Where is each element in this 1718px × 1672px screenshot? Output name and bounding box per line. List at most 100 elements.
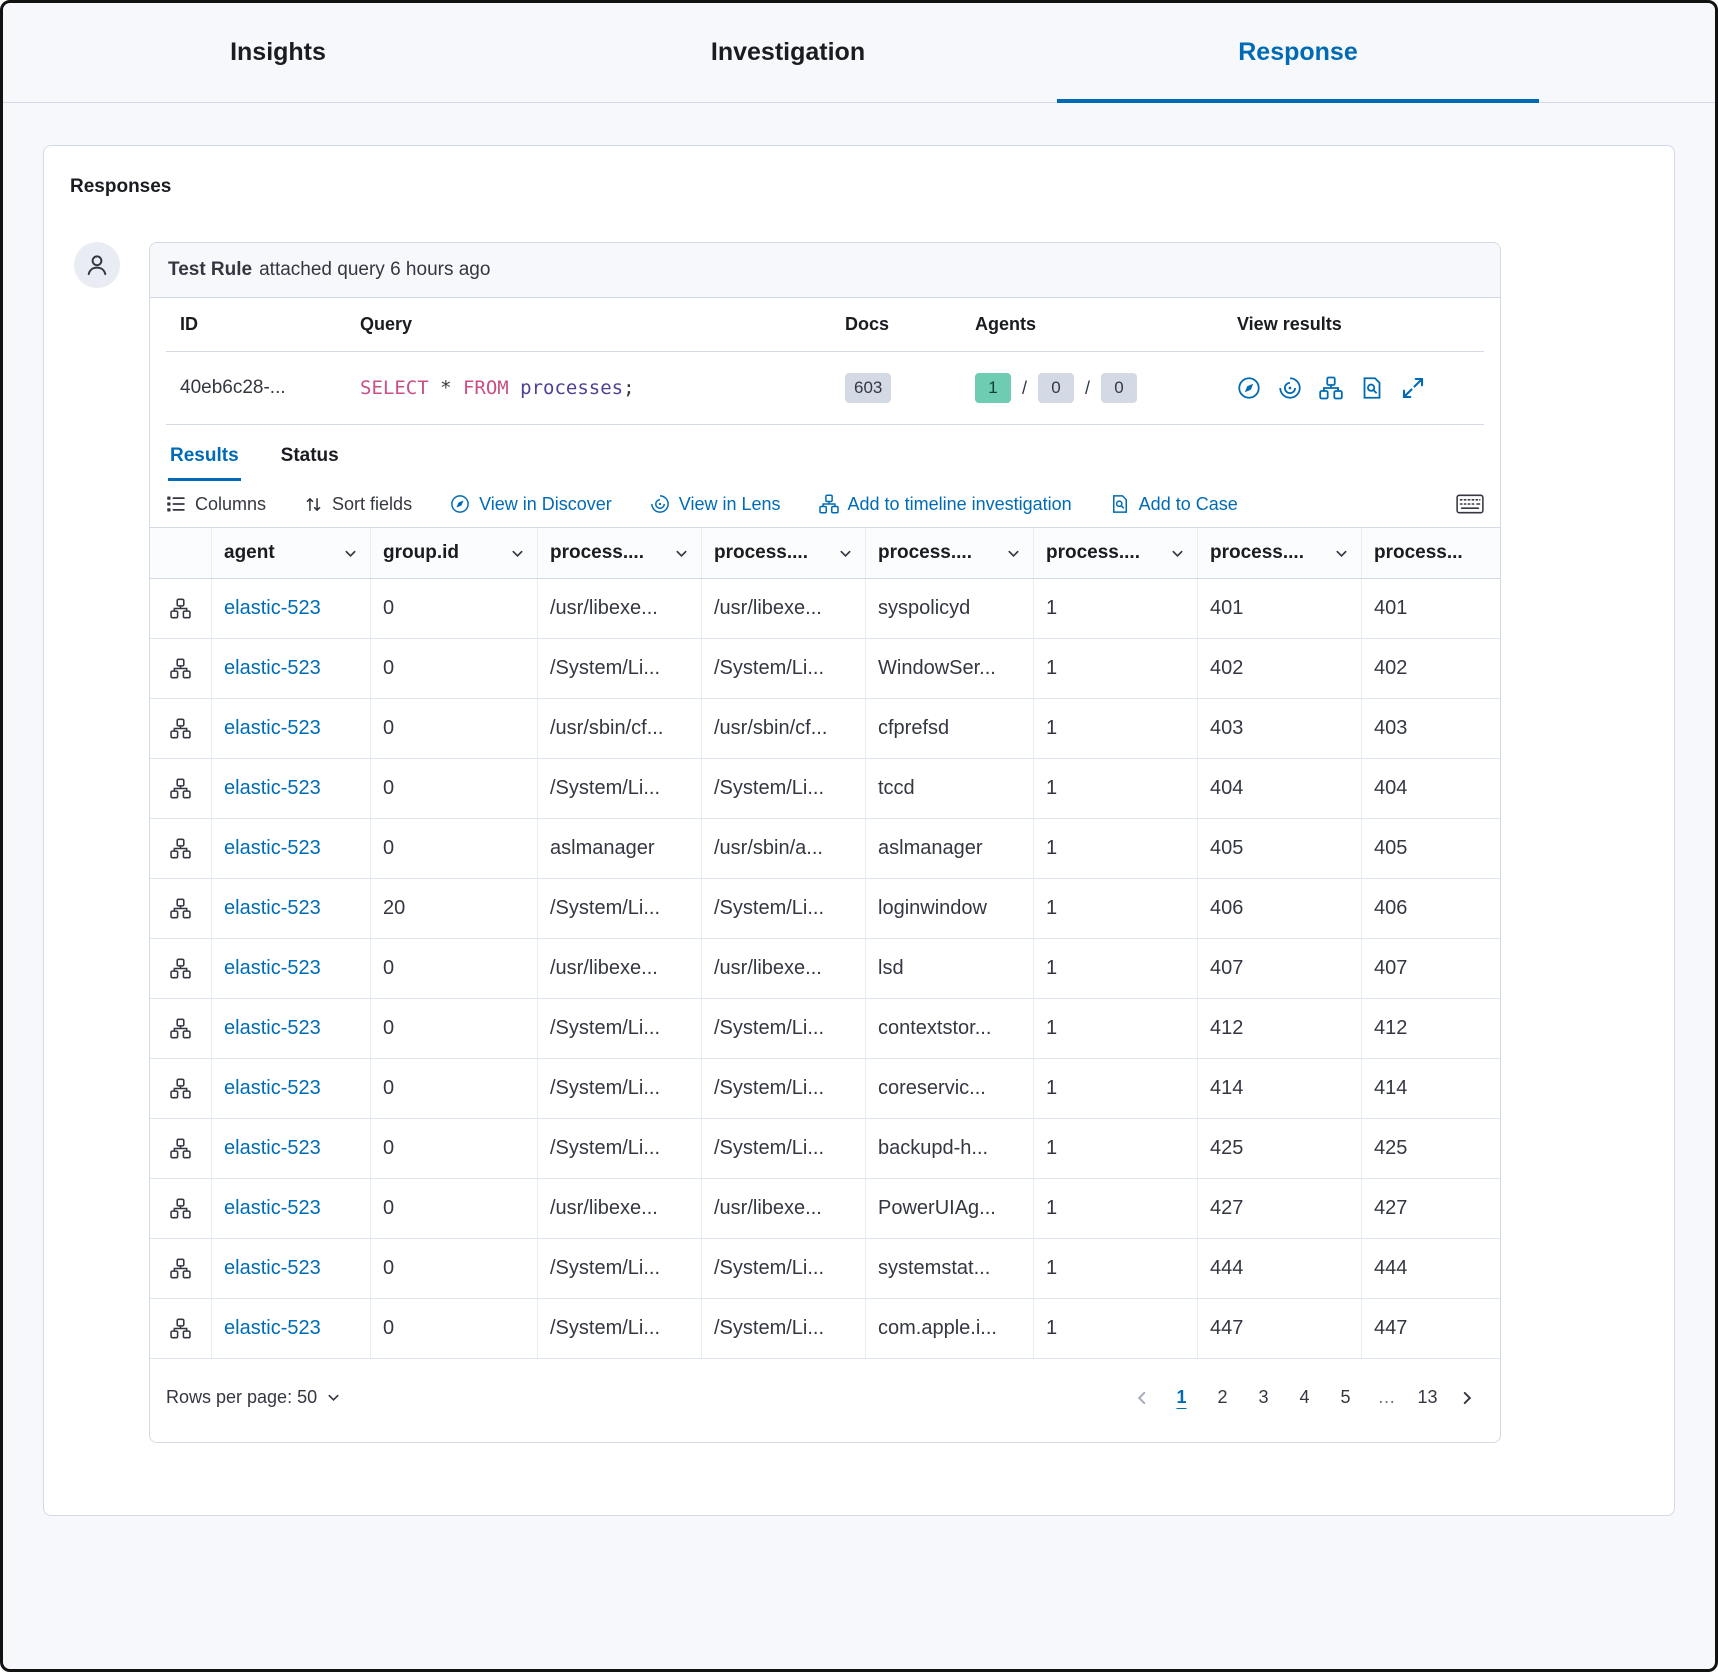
inspect-results-button[interactable] <box>1360 376 1384 400</box>
analyze-event-button[interactable] <box>150 999 212 1058</box>
chevron-down-icon[interactable] <box>1006 546 1021 561</box>
add-to-timeline-button[interactable] <box>1319 376 1343 400</box>
column-header-process-1[interactable]: process.... <box>538 528 702 578</box>
agent-link[interactable]: elastic-523 <box>212 1299 371 1358</box>
page-ellipsis: … <box>1368 1383 1405 1412</box>
analyze-event-button[interactable] <box>150 1059 212 1118</box>
cell-process-state: 1 <box>1034 1059 1198 1118</box>
agent-link[interactable]: elastic-523 <box>212 879 371 938</box>
columns-button[interactable]: Columns <box>166 494 266 515</box>
results-data-grid: agent group.id process.... <box>150 527 1500 1359</box>
tab-insights[interactable]: Insights <box>23 3 533 102</box>
table-row: elastic-523 0 /System/Li... /System/Li..… <box>150 1059 1500 1119</box>
analyze-event-button[interactable] <box>150 1119 212 1178</box>
agent-link[interactable]: elastic-523 <box>212 1239 371 1298</box>
view-in-lens-link[interactable]: View in Lens <box>650 494 781 515</box>
page-button-2[interactable]: 2 <box>1204 1383 1241 1412</box>
tab-investigation[interactable]: Investigation <box>533 3 1043 102</box>
column-header-process-3[interactable]: process.... <box>866 528 1034 578</box>
agent-link[interactable]: elastic-523 <box>212 1059 371 1118</box>
responses-panel: Responses Test Ruleattached query 6 hour… <box>43 145 1675 1516</box>
page-button-4[interactable]: 4 <box>1286 1383 1323 1412</box>
agent-link[interactable]: elastic-523 <box>212 1179 371 1238</box>
table-row: elastic-523 0 /System/Li... /System/Li..… <box>150 759 1500 819</box>
result-tab-bar: Results Status <box>150 425 1500 481</box>
cell-group-id: 0 <box>371 999 538 1058</box>
column-header-process-2[interactable]: process.... <box>702 528 866 578</box>
page-body: Responses Test Ruleattached query 6 hour… <box>3 103 1715 1516</box>
cell-process-pid: 402 <box>1198 639 1362 698</box>
cell-process-path: /System/Li... <box>538 1059 702 1118</box>
analyze-event-button[interactable] <box>150 1239 212 1298</box>
chevron-down-icon[interactable] <box>510 546 525 561</box>
chevron-down-icon[interactable] <box>838 546 853 561</box>
cell-process-cmdline: /System/Li... <box>702 1059 866 1118</box>
agent-link[interactable]: elastic-523 <box>212 1119 371 1178</box>
panel-title: Responses <box>70 176 1650 198</box>
cell-process-state: 1 <box>1034 699 1198 758</box>
analyze-event-button[interactable] <box>150 759 212 818</box>
agents-separator: / <box>1085 378 1090 399</box>
analyze-event-button[interactable] <box>150 639 212 698</box>
cell-process-pid2: 404 <box>1362 759 1500 818</box>
view-in-discover-button[interactable] <box>1237 376 1261 400</box>
agent-link[interactable]: elastic-523 <box>212 939 371 998</box>
rows-per-page-button[interactable]: Rows per page: 50 <box>166 1387 341 1408</box>
analyze-event-button[interactable] <box>150 1299 212 1358</box>
add-to-timeline-link[interactable]: Add to timeline investigation <box>819 494 1072 515</box>
column-header-group-id[interactable]: group.id <box>371 528 538 578</box>
analyze-event-button[interactable] <box>150 699 212 758</box>
grid-header-row: agent group.id process.... <box>150 528 1500 579</box>
column-header-agent[interactable]: agent <box>212 528 371 578</box>
previous-page-button[interactable] <box>1125 1389 1159 1407</box>
column-header-process-5[interactable]: process.... <box>1198 528 1362 578</box>
tab-results[interactable]: Results <box>168 431 241 481</box>
agent-link[interactable]: elastic-523 <box>212 759 371 818</box>
sort-fields-button[interactable]: Sort fields <box>304 494 412 515</box>
analyze-event-button[interactable] <box>150 879 212 938</box>
open-fullscreen-button[interactable] <box>1401 376 1425 400</box>
cell-process-pid: 414 <box>1198 1059 1362 1118</box>
analyze-event-graph-icon <box>170 838 191 859</box>
cell-process-state: 1 <box>1034 879 1198 938</box>
cell-process-pid2: 444 <box>1362 1239 1500 1298</box>
cell-process-state: 1 <box>1034 819 1198 878</box>
cell-process-cmdline: /System/Li... <box>702 1119 866 1178</box>
chevron-down-icon[interactable] <box>1170 546 1185 561</box>
chevron-down-icon[interactable] <box>343 546 358 561</box>
page-button-1[interactable]: 1 <box>1163 1383 1200 1412</box>
agent-link[interactable]: elastic-523 <box>212 819 371 878</box>
sort-arrows-icon <box>304 495 323 514</box>
page-button-5[interactable]: 5 <box>1327 1383 1364 1412</box>
analyze-event-button[interactable] <box>150 819 212 878</box>
agent-link[interactable]: elastic-523 <box>212 999 371 1058</box>
view-in-discover-link[interactable]: View in Discover <box>450 494 612 515</box>
tab-response[interactable]: Response <box>1043 3 1553 102</box>
analyze-event-button[interactable] <box>150 939 212 998</box>
cell-process-name: cfprefsd <box>866 699 1034 758</box>
tab-status[interactable]: Status <box>279 431 341 481</box>
add-to-timeline-label: Add to timeline investigation <box>848 494 1072 515</box>
keyboard-shortcuts-button[interactable] <box>1456 493 1484 515</box>
chevron-left-icon <box>1133 1389 1151 1407</box>
chevron-down-icon[interactable] <box>674 546 689 561</box>
analyze-event-button[interactable] <box>150 1179 212 1238</box>
chevron-down-icon[interactable] <box>1334 546 1349 561</box>
cell-process-name: contextstor... <box>866 999 1034 1058</box>
analyze-event-button[interactable] <box>150 579 212 638</box>
add-to-case-link[interactable]: Add to Case <box>1110 494 1238 515</box>
page-button-13[interactable]: 13 <box>1409 1383 1446 1412</box>
column-header-process-6[interactable]: process... <box>1362 528 1500 578</box>
agents-cell: 1 / 0 / 0 <box>961 352 1223 424</box>
agent-link[interactable]: elastic-523 <box>212 639 371 698</box>
view-in-lens-button[interactable] <box>1278 376 1302 400</box>
agent-link[interactable]: elastic-523 <box>212 699 371 758</box>
column-header-label: agent <box>224 542 275 564</box>
cell-process-cmdline: /usr/libexe... <box>702 939 866 998</box>
agent-link[interactable]: elastic-523 <box>212 579 371 638</box>
next-page-button[interactable] <box>1450 1389 1484 1407</box>
cell-group-id: 0 <box>371 819 538 878</box>
page-button-3[interactable]: 3 <box>1245 1383 1282 1412</box>
table-row: elastic-523 20 /System/Li... /System/Li.… <box>150 879 1500 939</box>
column-header-process-4[interactable]: process.... <box>1034 528 1198 578</box>
